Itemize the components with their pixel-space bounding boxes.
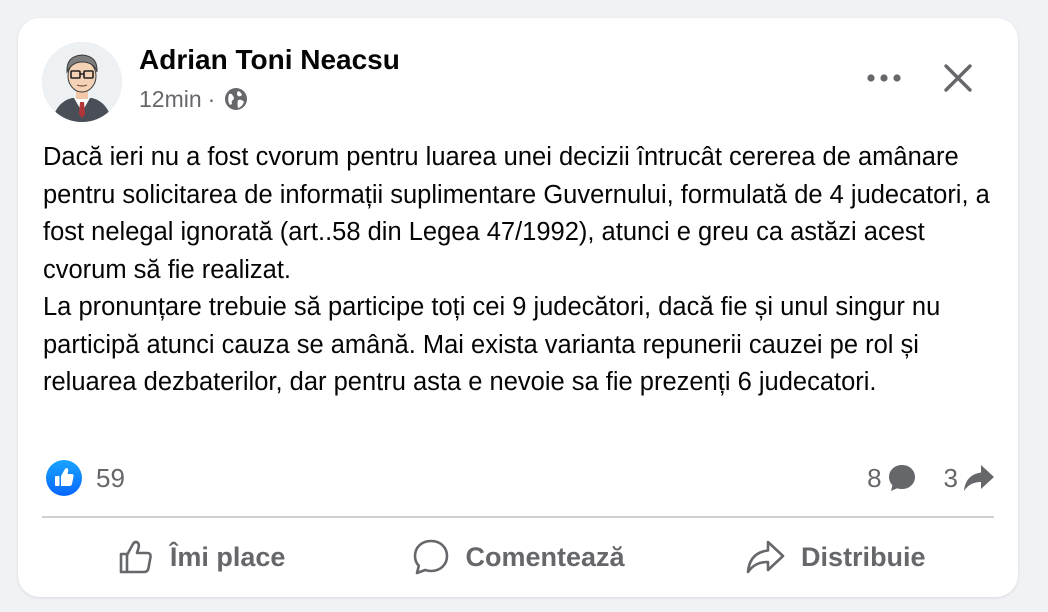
share-button-label: Distribuie [801, 541, 926, 572]
more-dots-icon [867, 74, 901, 82]
post-card: Adrian Toni Neacsu 12min · Dacă ieri nu … [18, 18, 1018, 597]
shares-count: 3 [943, 462, 958, 493]
comments-count: 8 [867, 462, 882, 493]
author-name[interactable]: Adrian Toni Neacsu [139, 44, 400, 76]
comments-count-button[interactable]: 8 [867, 462, 917, 494]
like-button[interactable]: Îmi place [42, 524, 359, 590]
post-time[interactable]: 12min [139, 86, 202, 113]
avatar-illustration-icon [42, 42, 122, 122]
close-icon [944, 64, 972, 92]
share-button[interactable]: Distribuie [677, 524, 994, 590]
share-icon [746, 540, 785, 574]
post-meta: 12min · [139, 84, 249, 114]
close-button[interactable] [934, 54, 982, 102]
shares-count-button[interactable]: 3 [944, 462, 996, 494]
reactions-summary[interactable]: 59 [46, 460, 125, 496]
avatar[interactable] [42, 42, 122, 122]
engagement-counts: 8 3 [867, 460, 996, 496]
like-reaction-icon [46, 460, 82, 496]
comment-icon [414, 539, 449, 575]
comment-bubble-icon [888, 465, 915, 491]
meta-separator: · [207, 85, 216, 112]
like-button-label: Îmi place [169, 541, 286, 572]
share-arrow-icon [964, 465, 994, 491]
comment-button[interactable]: Comentează [359, 524, 676, 590]
more-options-button[interactable] [860, 58, 908, 98]
post-text: Dacă ieri nu a fost cvorum pentru luarea… [43, 139, 993, 402]
reaction-count: 59 [96, 462, 125, 493]
comment-button-label: Comentează [465, 541, 625, 572]
post-paragraph: Dacă ieri nu a fost cvorum pentru luarea… [43, 143, 990, 284]
post-paragraph: La pronunțare trebuie să participe toți … [43, 293, 941, 396]
globe-icon[interactable] [223, 86, 249, 112]
action-bar: Îmi place Comentează Distribuie [42, 524, 994, 590]
divider [42, 516, 994, 518]
thumbs-up-icon [119, 540, 152, 574]
